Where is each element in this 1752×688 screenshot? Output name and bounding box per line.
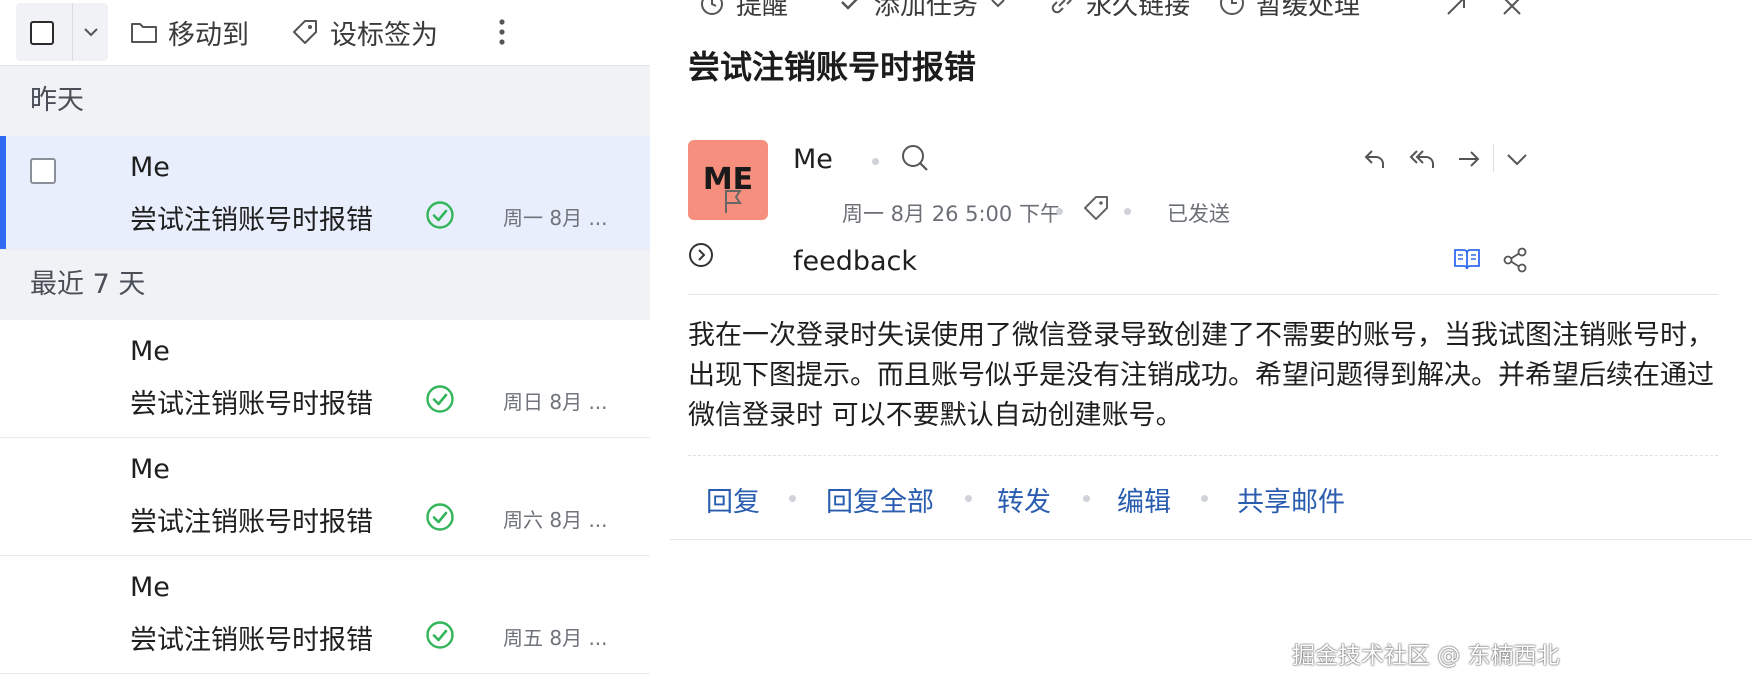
message-sender: Me [130,152,170,183]
reply-all-link[interactable]: 回复全部 [826,480,934,519]
section-header-yesterday: 昨天 [0,66,650,136]
forward-link[interactable]: 转发 [997,480,1051,519]
checkmark-icon [841,0,858,10]
divider [688,294,1718,295]
reply-icon[interactable] [1362,146,1388,172]
add-task-button[interactable]: 添加任务 [838,0,1008,21]
divider [688,455,1718,456]
link-icon [1051,0,1072,14]
reading-pane: 提醒 添加任务 永久链接 暂缓处理 尝试注销账号时报错 ME Me 周一 8月 … [650,0,1752,688]
move-to-button[interactable]: 移动到 [130,12,249,52]
list-item[interactable]: Me 尝试注销账号时报错 周五 8月 ... [0,556,650,674]
message-date: 周五 8月 ... [503,626,608,650]
reply-all-icon[interactable] [1408,146,1438,172]
message-subject: 尝试注销账号时报错 [130,507,373,538]
message-subject: 尝试注销账号时报错 [130,625,373,656]
chevron-down-icon[interactable] [80,19,102,43]
mail-subject-title: 尝试注销账号时报错 [688,48,977,86]
message-sender: Me [130,572,170,603]
sender-name[interactable]: Me [793,144,833,175]
list-item[interactable]: Me 尝试注销账号时报错 周一 8月 ... [0,136,650,250]
message-sender: Me [130,454,170,485]
reply-link[interactable]: 回复 [706,480,760,519]
message-date: 周一 8月 ... [503,206,608,230]
sent-status: 已发送 [1167,202,1230,226]
message-subject: 尝试注销账号时报错 [130,389,373,420]
permalink-label: 永久链接 [1086,0,1191,21]
expand-icon[interactable] [1442,0,1470,20]
section-header-last-7-days: 最近 7 天 [0,250,650,320]
message-list-pane: 移动到 设标签为 昨天 Me 尝试注销账号时报错 周一 8月 ... 最近 7 … [0,0,650,688]
separator-dot [1201,495,1208,502]
chevron-down-icon[interactable] [988,0,1008,13]
snooze-label: 暂缓处理 [1256,0,1361,21]
clock-icon [1220,0,1244,15]
mail-body: 我在一次登录时失误使用了微信登录导致创建了不需要的账号，当我试图注销账号时，出现… [688,320,1714,431]
forward-icon[interactable] [1456,146,1482,172]
separator-dot [789,495,796,502]
reminder-label: 提醒 [736,0,789,21]
message-sender: Me [130,336,170,367]
message-date: 周六 8月 ... [503,508,608,532]
divider [670,539,1752,540]
flag-icon[interactable] [722,188,744,214]
select-all-control [16,3,108,61]
share-mail-link[interactable]: 共享邮件 [1237,480,1345,519]
check-circle-icon [426,385,454,413]
search-icon[interactable] [900,143,930,173]
list-toolbar: 移动到 设标签为 [0,0,650,66]
reminder-button[interactable]: 提醒 [698,0,789,21]
reader-mode-icon[interactable] [1452,246,1482,272]
add-task-label: 添加任务 [874,0,979,21]
chevron-down-icon[interactable] [1504,148,1530,170]
separator-dot [1124,208,1131,215]
separator-dot [1056,208,1063,215]
move-to-label: 移动到 [168,19,249,51]
message-date: 周日 8月 ... [503,390,608,414]
check-circle-icon [426,503,454,531]
tag-as-label: 设标签为 [330,19,438,51]
separator-dot [872,158,879,165]
folder-icon [131,23,157,43]
tag-icon [293,20,317,44]
snooze-button[interactable]: 暂缓处理 [1218,0,1361,21]
check-circle-icon [426,621,454,649]
permalink-button[interactable]: 永久链接 [1048,0,1191,21]
chevron-right-circle-icon[interactable] [688,242,714,268]
more-options-icon[interactable] [488,14,516,50]
message-subject: 尝试注销账号时报错 [130,205,373,236]
list-item[interactable]: Me 尝试注销账号时报错 周日 8月 ... [0,320,650,438]
alarm-icon [701,0,723,15]
separator-dot [1083,495,1090,502]
select-all-checkbox[interactable] [30,21,54,45]
tag-as-button[interactable]: 设标签为 [290,12,438,52]
watermark: 掘金技术社区 @ 东楠西北 [1292,643,1560,669]
share-icon[interactable] [1502,246,1528,274]
close-icon[interactable] [1498,0,1526,20]
divider [1493,144,1494,172]
sent-date: 周一 8月 26 5:00 下午 [842,202,1061,226]
check-circle-icon [426,201,454,229]
recipient[interactable]: feedback [793,246,917,277]
list-item[interactable]: Me 尝试注销账号时报错 周六 8月 ... [0,438,650,556]
divider [72,3,73,61]
row-checkbox[interactable] [30,158,56,184]
edit-link[interactable]: 编辑 [1117,480,1171,519]
separator-dot [965,495,972,502]
tag-icon[interactable] [1082,194,1110,222]
